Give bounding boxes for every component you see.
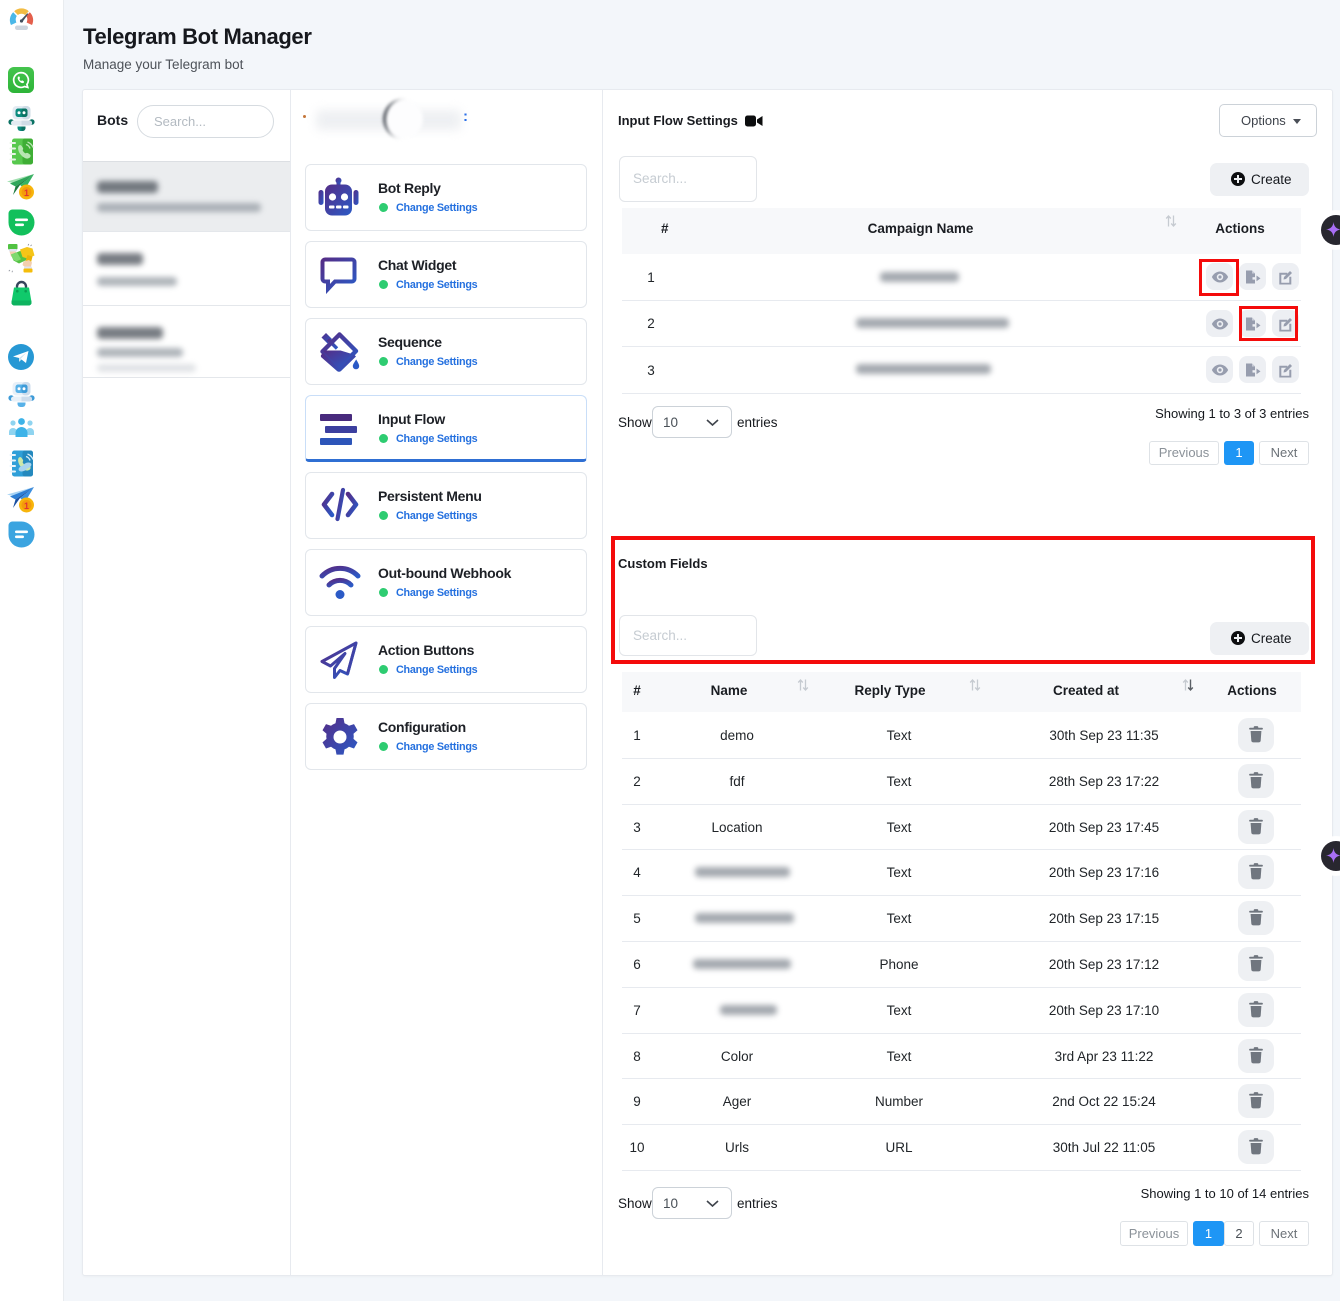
svg-text:1: 1 [24, 188, 29, 198]
svg-text:1: 1 [24, 501, 29, 511]
